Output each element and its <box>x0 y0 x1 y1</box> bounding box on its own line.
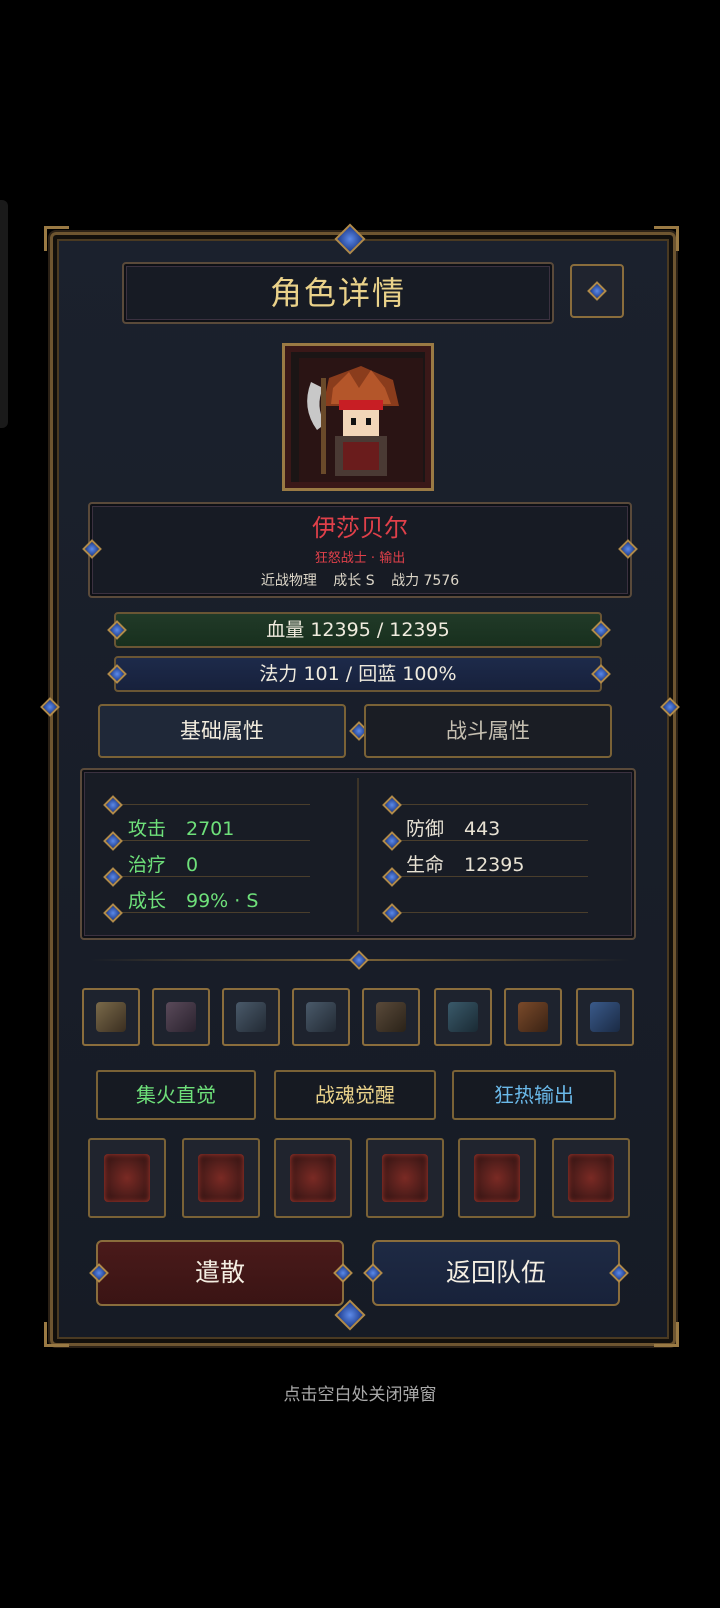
belt-icon <box>448 1002 478 1032</box>
equipment-slot-armor[interactable] <box>152 988 210 1046</box>
close-gem-icon <box>587 281 607 301</box>
return-to-team-button[interactable]: 返回队伍 <box>372 1240 620 1306</box>
hero-class-role: 狂怒战士 · 输出 <box>314 551 406 566</box>
skill-tag-frenzy-output[interactable]: 狂热输出 <box>452 1070 616 1120</box>
attribute-value: 2701 <box>186 818 235 840</box>
attribute-life: 生命 12395 <box>406 850 524 877</box>
attribute-value: 0 <box>186 854 199 876</box>
frame-corner-ornament <box>654 1322 679 1347</box>
hero-name: 伊莎贝尔 <box>312 514 408 542</box>
skill-slot[interactable] <box>88 1138 166 1218</box>
spartan-helmet-icon <box>290 1154 336 1202</box>
leg-armor-icon <box>376 1002 406 1032</box>
helmet-icon <box>236 1002 266 1032</box>
equipment-slot-legs[interactable] <box>362 988 420 1046</box>
skill-slot[interactable] <box>182 1138 260 1218</box>
attribute-label: 攻击 <box>128 818 167 840</box>
dismiss-button[interactable]: 遣散 <box>96 1240 344 1306</box>
close-button[interactable] <box>570 264 624 318</box>
equipment-slot-weapon[interactable] <box>82 988 140 1046</box>
warrior-portrait-icon <box>299 358 423 482</box>
gauntlet-icon <box>306 1002 336 1032</box>
hero-type: 近战物理 <box>260 573 317 589</box>
skill-tag-focus-fire[interactable]: 集火直觉 <box>96 1070 256 1120</box>
mp-bar: 法力 101 / 回蓝 100% <box>114 656 602 692</box>
attribute-label: 防御 <box>406 818 445 840</box>
attribute-divider <box>357 778 359 932</box>
tab-combat-attributes[interactable]: 战斗属性 <box>364 704 612 758</box>
dialog-title: 角色详情 <box>269 274 406 312</box>
equipment-slot-helmet[interactable] <box>222 988 280 1046</box>
attribute-row-line <box>388 912 588 913</box>
hero-growth: 成长 S <box>333 573 375 589</box>
hero-portrait <box>282 343 434 491</box>
skill-slot[interactable] <box>552 1138 630 1218</box>
attribute-row-line <box>110 804 310 805</box>
attribute-healing: 治疗 0 <box>128 850 198 877</box>
equipment-slot-ring[interactable] <box>504 988 562 1046</box>
frame-corner-ornament <box>654 226 679 251</box>
whirlwind-icon <box>382 1154 428 1202</box>
ring-icon <box>518 1002 548 1032</box>
tab-basic-attributes[interactable]: 基础属性 <box>98 704 346 758</box>
attribute-label: 治疗 <box>128 854 167 876</box>
close-hint[interactable]: 点击空白处关闭弹窗 <box>0 1380 720 1405</box>
frame-corner-ornament <box>44 1322 69 1347</box>
axe-strike-icon <box>104 1154 150 1202</box>
skill-slot[interactable] <box>274 1138 352 1218</box>
attribute-value: 99% · S <box>186 890 259 912</box>
hero-summary: 近战物理 成长 S 战力 7576 <box>88 570 632 590</box>
equipment-slot-amulet[interactable] <box>576 988 634 1046</box>
hp-bar: 血量 12395 / 12395 <box>114 612 602 648</box>
attribute-attack: 攻击 2701 <box>128 814 234 841</box>
attribute-defense: 防御 443 <box>406 814 500 841</box>
skill-slot[interactable] <box>366 1138 444 1218</box>
attribute-label: 成长 <box>128 890 167 912</box>
skill-slot[interactable] <box>458 1138 536 1218</box>
hero-power: 战力 7576 <box>391 573 460 589</box>
equipment-slot-gloves[interactable] <box>292 988 350 1046</box>
sword-icon <box>96 1002 126 1032</box>
equipment-slot-belt[interactable] <box>434 988 492 1046</box>
attribute-value: 443 <box>464 818 501 840</box>
attribute-value: 12395 <box>464 854 525 876</box>
skill-tag-battle-soul[interactable]: 战魂觉醒 <box>274 1070 436 1120</box>
attribute-growth: 成长 99% · S <box>128 886 258 913</box>
blood-rage-icon <box>474 1154 520 1202</box>
frame-corner-ornament <box>44 226 69 251</box>
cross-slash-icon <box>198 1154 244 1202</box>
attribute-row-line <box>388 804 588 805</box>
screen-edge-tab <box>0 200 8 428</box>
amulet-icon <box>590 1002 620 1032</box>
attribute-label: 生命 <box>406 854 445 876</box>
chest-armor-icon <box>166 1002 196 1032</box>
berserker-icon <box>568 1154 614 1202</box>
